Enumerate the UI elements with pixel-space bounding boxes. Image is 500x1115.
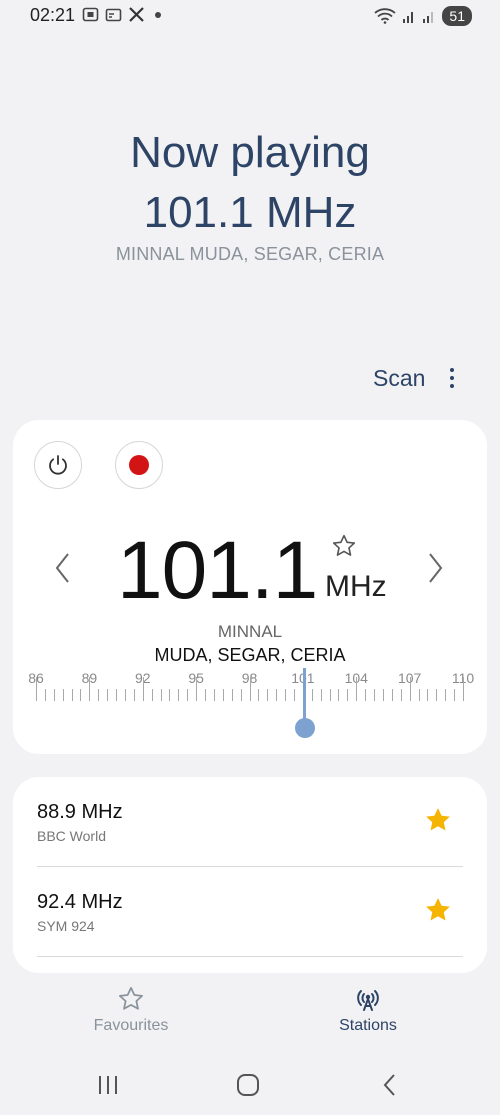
scale-tick	[409, 677, 411, 701]
tuning-knob[interactable]	[294, 718, 315, 738]
signal-icon	[403, 12, 414, 23]
scale-tick	[329, 689, 331, 701]
tuner-card: 101.1 MHz MINNAL MUDA, SEGAR, CERIA 8689…	[13, 420, 487, 754]
status-time: 02:21	[30, 5, 76, 25]
scale-tick	[400, 689, 402, 701]
scale-tick	[445, 689, 447, 701]
chevron-left-icon[interactable]	[53, 550, 73, 586]
star-outline-icon	[119, 987, 143, 1010]
station-row[interactable]: 92.4 MHz SYM 924	[37, 867, 463, 957]
rds-text-line2: MUDA, SEGAR, CERIA	[154, 645, 346, 665]
station-row[interactable]: 88.9 MHz BBC World	[37, 777, 463, 867]
divider	[37, 956, 463, 957]
scale-tick	[436, 689, 438, 701]
scale-tick	[347, 689, 349, 701]
battery-indicator: 51	[442, 6, 472, 26]
station-name: SYM 924	[37, 918, 95, 934]
tab-favourites[interactable]: Favourites	[66, 985, 196, 1035]
station-name: BBC World	[37, 828, 106, 844]
scale-tick	[427, 689, 429, 701]
record-icon	[129, 455, 149, 475]
signal-icon	[423, 12, 434, 23]
scale-tick	[98, 689, 100, 701]
scale-tick	[463, 677, 464, 701]
scale-tick	[213, 689, 215, 701]
scale-tick	[62, 689, 64, 701]
scale-tick	[53, 689, 55, 701]
scale-tick	[391, 689, 393, 701]
scale-tick	[418, 689, 420, 701]
scale-tick	[240, 689, 242, 701]
power-button[interactable]	[34, 441, 82, 489]
station-list: 88.9 MHz BBC World 92.4 MHz SYM 924	[13, 777, 487, 973]
scale-tick	[374, 689, 376, 701]
scale-tick	[222, 689, 224, 701]
tab-stations[interactable]: Stations	[303, 985, 433, 1035]
scale-tick	[311, 689, 313, 701]
scale-tick	[249, 677, 251, 701]
scale-tick	[178, 689, 180, 701]
scale-tick	[36, 677, 37, 701]
station-frequency: 92.4 MHz	[37, 891, 123, 913]
scale-tick	[133, 689, 135, 701]
scale-tick	[382, 689, 384, 701]
scale-tick	[267, 689, 269, 701]
now-playing-title: Now playing	[130, 128, 370, 177]
scale-tick	[71, 689, 73, 701]
scale-tick	[356, 677, 358, 701]
tuner-frequency: 101.1	[117, 525, 318, 616]
chevron-right-icon[interactable]	[425, 550, 445, 586]
scale-tick	[196, 677, 198, 701]
scale-tick	[80, 689, 82, 701]
back-icon[interactable]	[378, 1070, 402, 1100]
scale-tick	[124, 689, 126, 701]
rds-text-line1: MINNAL	[217, 622, 283, 641]
scale-tick	[107, 689, 109, 701]
notification-dot	[155, 11, 161, 18]
scale-tick	[293, 689, 295, 701]
scale-tick	[231, 689, 233, 701]
scale-tick	[320, 689, 322, 701]
scale-tick	[365, 689, 367, 701]
station-frequency: 88.9 MHz	[37, 801, 123, 823]
scale-tick	[205, 689, 207, 701]
scale-tick	[160, 689, 162, 701]
scale-tick	[116, 689, 118, 701]
power-icon	[49, 455, 67, 475]
scan-button[interactable]: Scan	[373, 365, 425, 392]
wifi-icon	[374, 8, 397, 24]
x-app-icon	[129, 7, 144, 22]
scale-tick	[89, 677, 91, 701]
star-filled-icon[interactable]	[423, 805, 453, 835]
tuner-unit: MHz	[325, 570, 387, 603]
scale-tick	[44, 689, 46, 701]
scale-tick	[276, 689, 278, 701]
scale-tick	[338, 689, 340, 701]
frequency-scale[interactable]: 8689929598101104107110	[13, 668, 487, 748]
radio-tower-icon	[357, 990, 379, 1011]
scale-tick	[285, 689, 287, 701]
home-icon[interactable]	[236, 1070, 260, 1100]
recent-apps-icon[interactable]	[96, 1070, 120, 1100]
scale-tick	[169, 689, 171, 701]
scale-tick	[187, 689, 189, 701]
screenshot-icon	[82, 7, 99, 22]
scale-tick	[454, 689, 456, 701]
star-filled-icon[interactable]	[423, 895, 453, 925]
tab-favourites-label: Favourites	[93, 1017, 169, 1034]
more-vert-icon[interactable]	[442, 365, 462, 391]
status-bar: 02:21 51	[0, 0, 500, 32]
scale-tick	[142, 677, 144, 701]
star-outline-icon[interactable]	[331, 533, 357, 559]
tab-stations-label: Stations	[339, 1017, 397, 1034]
now-playing-frequency: 101.1 MHz	[143, 188, 357, 237]
now-playing-station: MINNAL MUDA, SEGAR, CERIA	[115, 244, 385, 264]
scale-tick	[151, 689, 153, 701]
scale-tick	[258, 689, 260, 701]
cast-icon	[105, 8, 122, 22]
record-button[interactable]	[115, 441, 163, 489]
